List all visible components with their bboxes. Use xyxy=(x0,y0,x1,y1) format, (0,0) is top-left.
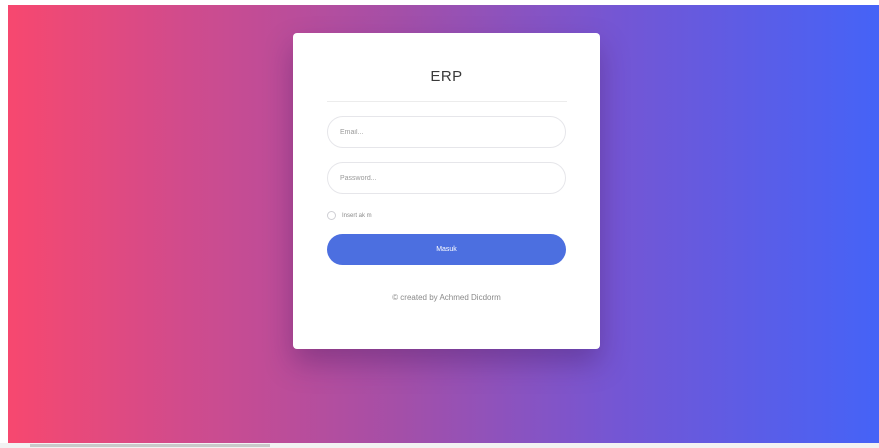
scrollbar-thumb[interactable] xyxy=(30,444,270,447)
remember-me: Insert ak m xyxy=(327,211,372,220)
app-title: ERP xyxy=(430,68,463,85)
remember-checkbox[interactable] xyxy=(327,211,336,220)
title-divider xyxy=(327,101,567,102)
login-button[interactable]: Masuk xyxy=(327,234,566,265)
login-card: ERP Insert ak m Masuk © created by Achme… xyxy=(293,33,600,349)
password-input[interactable] xyxy=(327,162,566,194)
bottom-scrollbar xyxy=(0,443,879,448)
credit-text: © created by Achmed Dicdorm xyxy=(392,293,501,302)
email-input[interactable] xyxy=(327,116,566,148)
login-page: ERP Insert ak m Masuk © created by Achme… xyxy=(0,0,879,448)
remember-label[interactable]: Insert ak m xyxy=(342,213,372,219)
